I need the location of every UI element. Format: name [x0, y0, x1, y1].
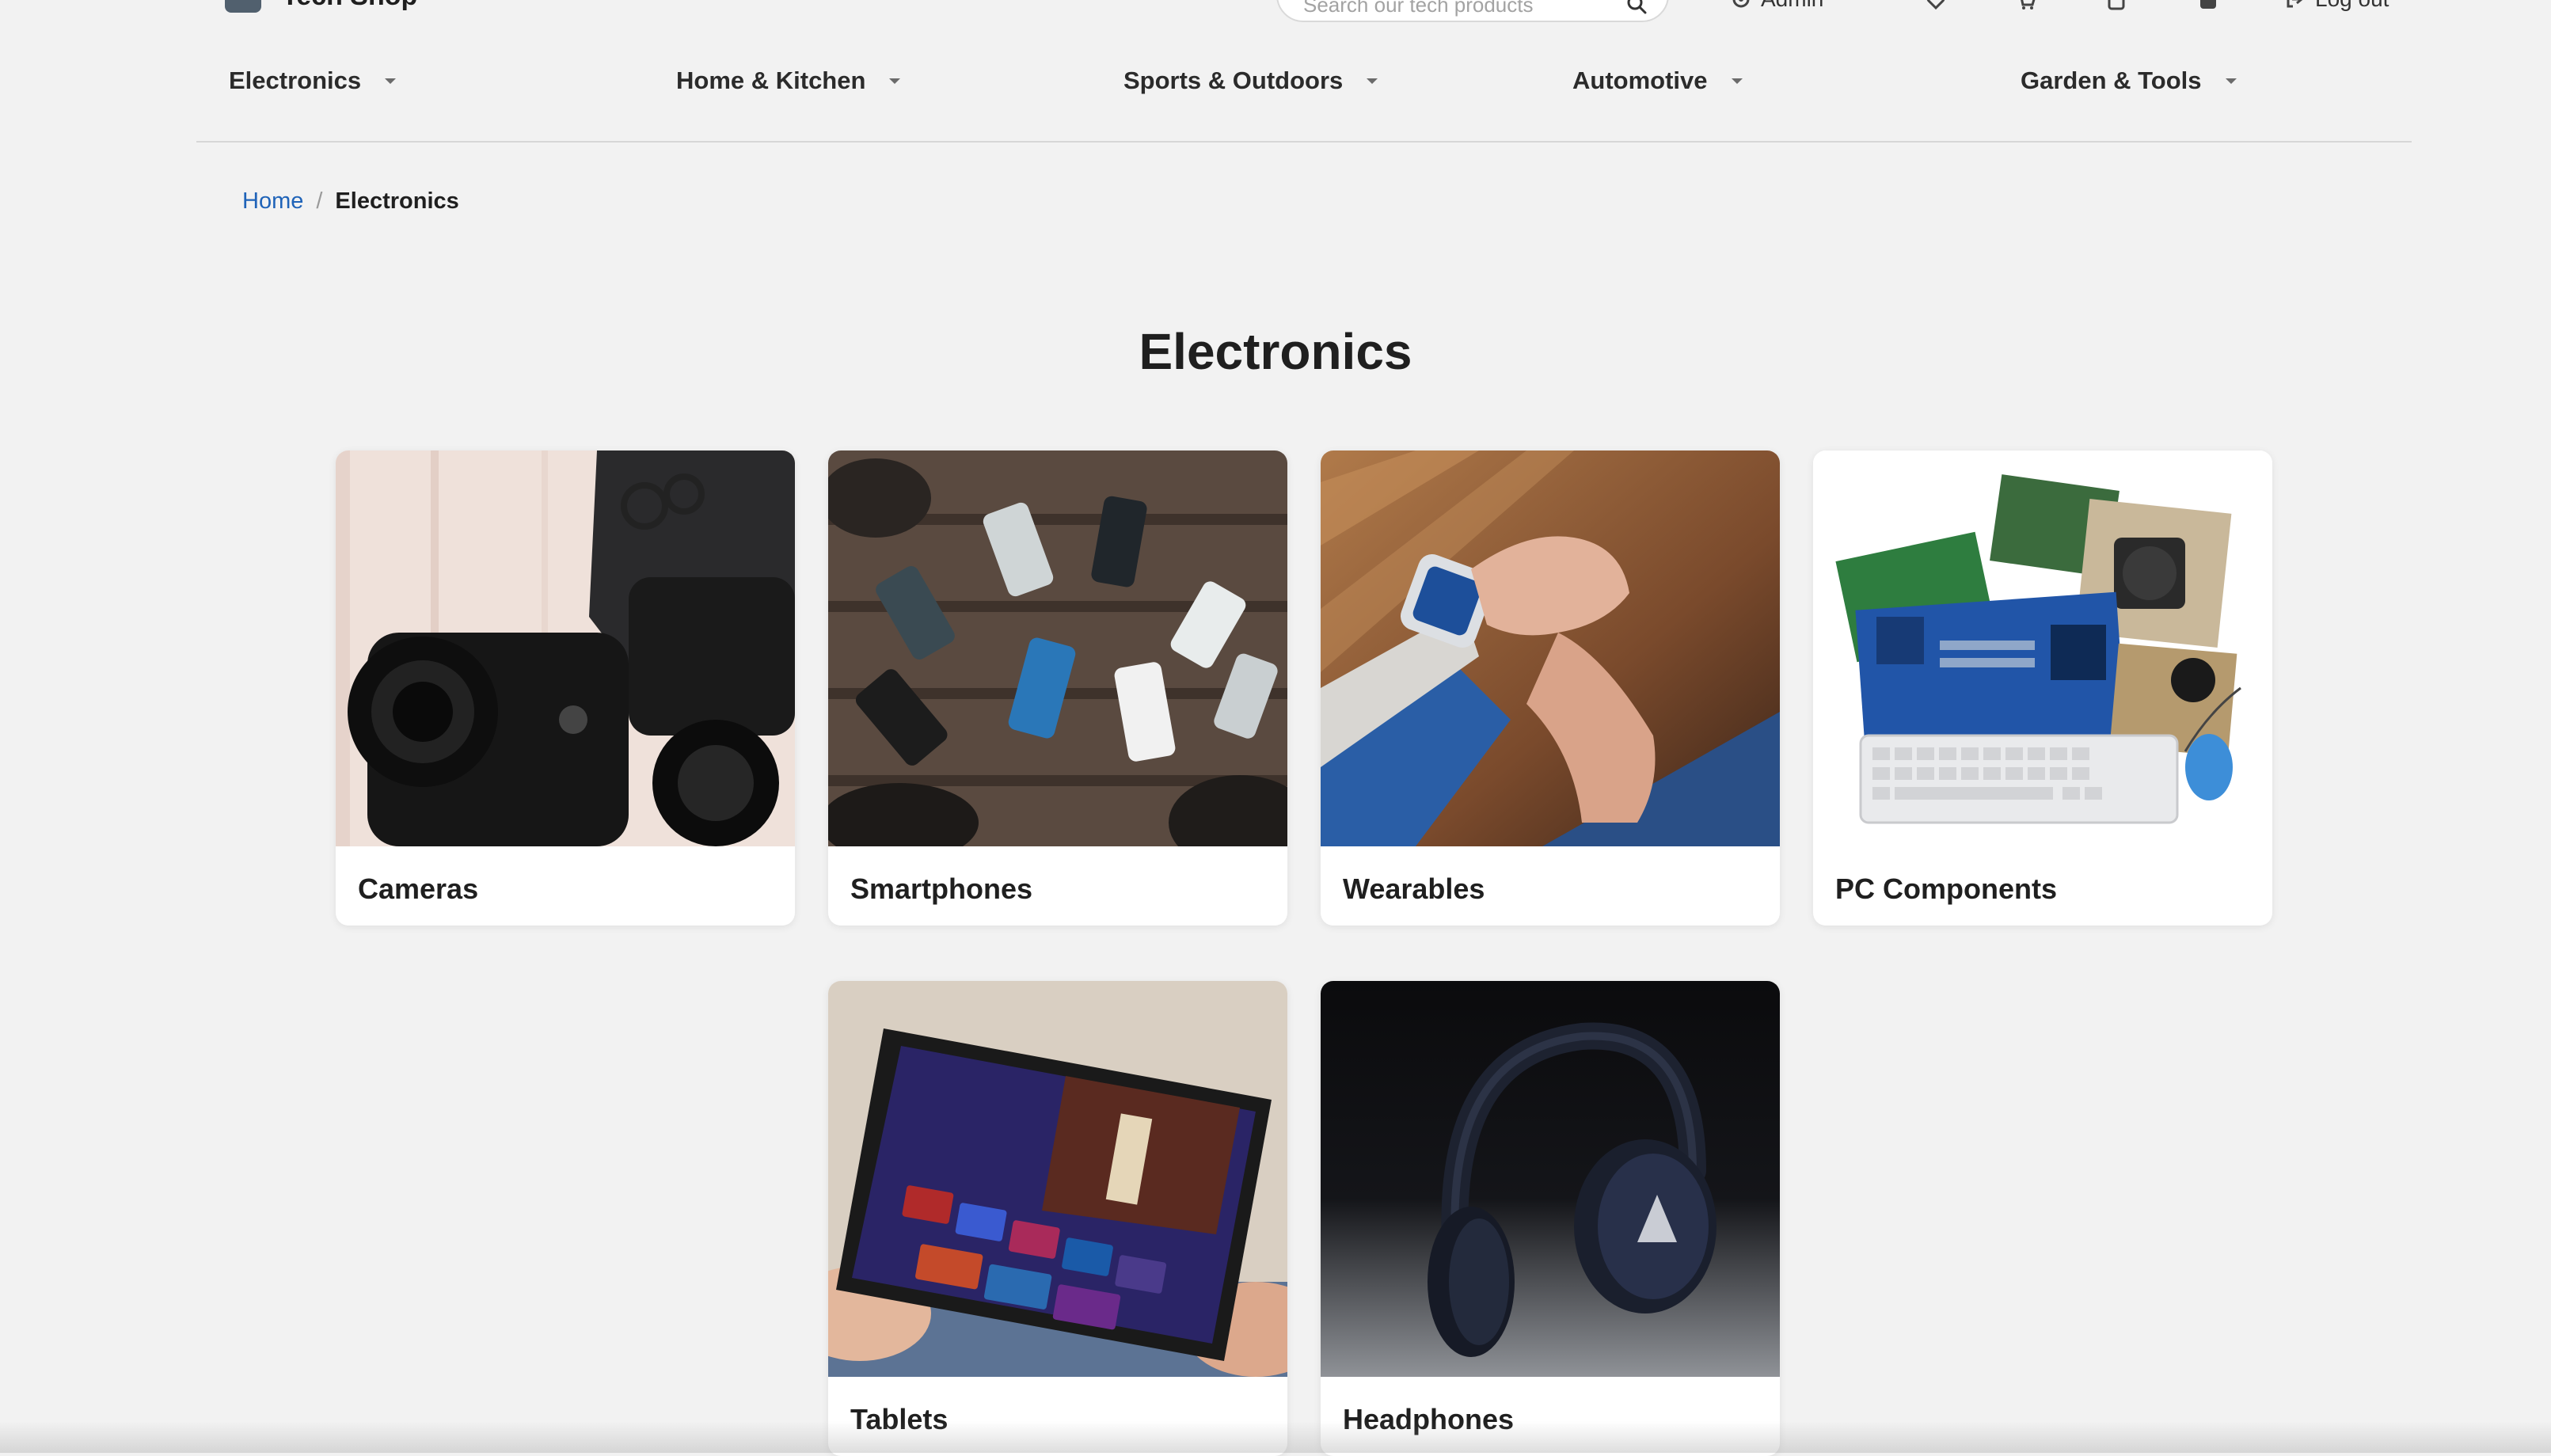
chevron-down-icon	[385, 78, 397, 84]
smartphones-photo	[828, 450, 1287, 846]
cart-icon[interactable]	[2016, 0, 2036, 11]
category-card-tablets[interactable]: Tablets	[828, 981, 1287, 1456]
smartwatch-photo	[1321, 450, 1780, 846]
orders-icon[interactable]	[2106, 0, 2127, 11]
breadcrumb: Home / Electronics	[242, 187, 459, 215]
category-card-headphones[interactable]: Headphones	[1321, 981, 1780, 1456]
gear-icon	[1732, 0, 1750, 8]
nav-item-electronics[interactable]: Electronics	[229, 63, 397, 98]
category-card-cameras[interactable]: Cameras	[336, 450, 795, 926]
breadcrumb-current: Electronics	[335, 188, 459, 214]
category-label: Smartphones	[850, 872, 1033, 905]
search-box[interactable]	[1276, 0, 1669, 22]
search-icon[interactable]	[1626, 0, 1647, 14]
camera-photo	[336, 450, 795, 846]
nav-item-label: Electronics	[229, 67, 362, 94]
chevron-down-icon	[1731, 78, 1743, 84]
page-title: Electronics	[1139, 323, 1412, 380]
category-label: PC Components	[1835, 872, 2058, 905]
admin-label: Admin	[1761, 0, 1823, 12]
top-header: Tech Shop Admin Log out	[0, 0, 2551, 32]
category-card-smartphones[interactable]: Smartphones	[828, 450, 1287, 926]
search-input[interactable]	[1302, 0, 1614, 17]
category-label: Cameras	[358, 872, 479, 905]
category-nav: Electronics Home & Kitchen Sports & Outd…	[196, 46, 2412, 143]
category-label: Wearables	[1343, 872, 1485, 905]
nav-item-home-kitchen[interactable]: Home & Kitchen	[676, 63, 901, 98]
store-logo-text[interactable]: Tech Shop	[282, 0, 417, 10]
tablet-photo	[828, 981, 1287, 1377]
breadcrumb-separator: /	[316, 188, 323, 214]
chevron-down-icon	[2225, 78, 2237, 84]
headphones-photo	[1321, 981, 1780, 1377]
logout-link[interactable]: Log out	[2285, 0, 2389, 11]
nav-item-garden-tools[interactable]: Garden & Tools	[2021, 63, 2237, 98]
store-logo-icon[interactable]	[225, 0, 261, 13]
category-label: Tablets	[850, 1403, 949, 1435]
nav-item-sports-outdoors[interactable]: Sports & Outdoors	[1123, 63, 1378, 98]
nav-item-automotive[interactable]: Automotive	[1572, 63, 1743, 98]
heart-icon[interactable]	[1926, 0, 1946, 11]
nav-item-label: Garden & Tools	[2021, 67, 2202, 94]
chevron-down-icon	[889, 78, 901, 84]
category-card-pc-components[interactable]: PC Components	[1813, 450, 2272, 926]
breadcrumb-home-link[interactable]: Home	[242, 188, 303, 215]
category-label: Headphones	[1343, 1403, 1515, 1435]
chevron-down-icon	[1367, 78, 1378, 84]
admin-link[interactable]: Admin	[1731, 0, 1823, 11]
pc-components-photo	[1813, 450, 2272, 846]
nav-item-label: Home & Kitchen	[676, 67, 866, 94]
logout-icon	[2287, 0, 2303, 8]
nav-item-label: Sports & Outdoors	[1123, 67, 1344, 94]
account-icon[interactable]	[2198, 0, 2218, 11]
nav-item-label: Automotive	[1572, 67, 1708, 94]
category-card-wearables[interactable]: Wearables	[1321, 450, 1780, 926]
logout-label: Log out	[2315, 0, 2389, 12]
